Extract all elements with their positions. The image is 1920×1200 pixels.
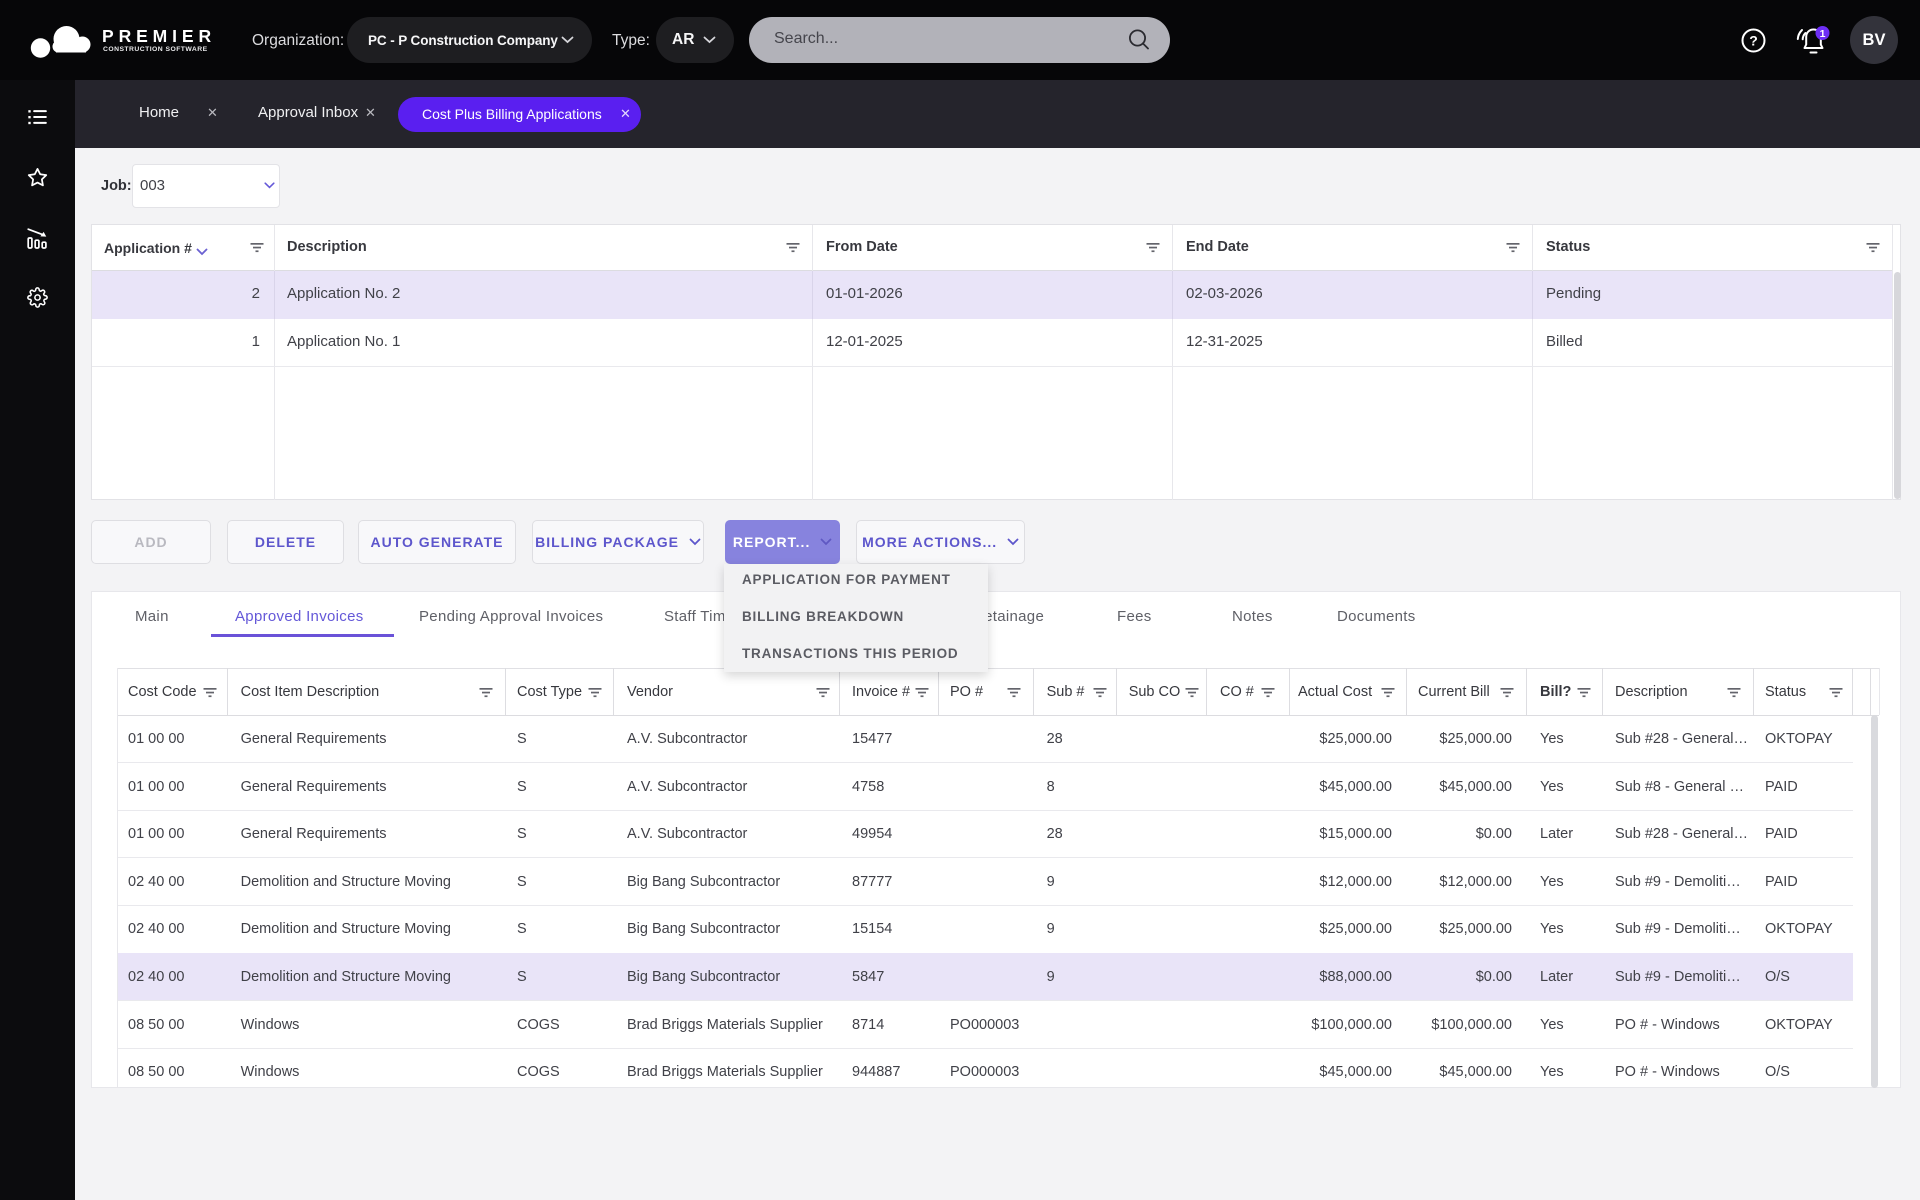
- svg-text:1: 1: [1820, 28, 1826, 40]
- svg-text:?: ?: [1749, 33, 1758, 49]
